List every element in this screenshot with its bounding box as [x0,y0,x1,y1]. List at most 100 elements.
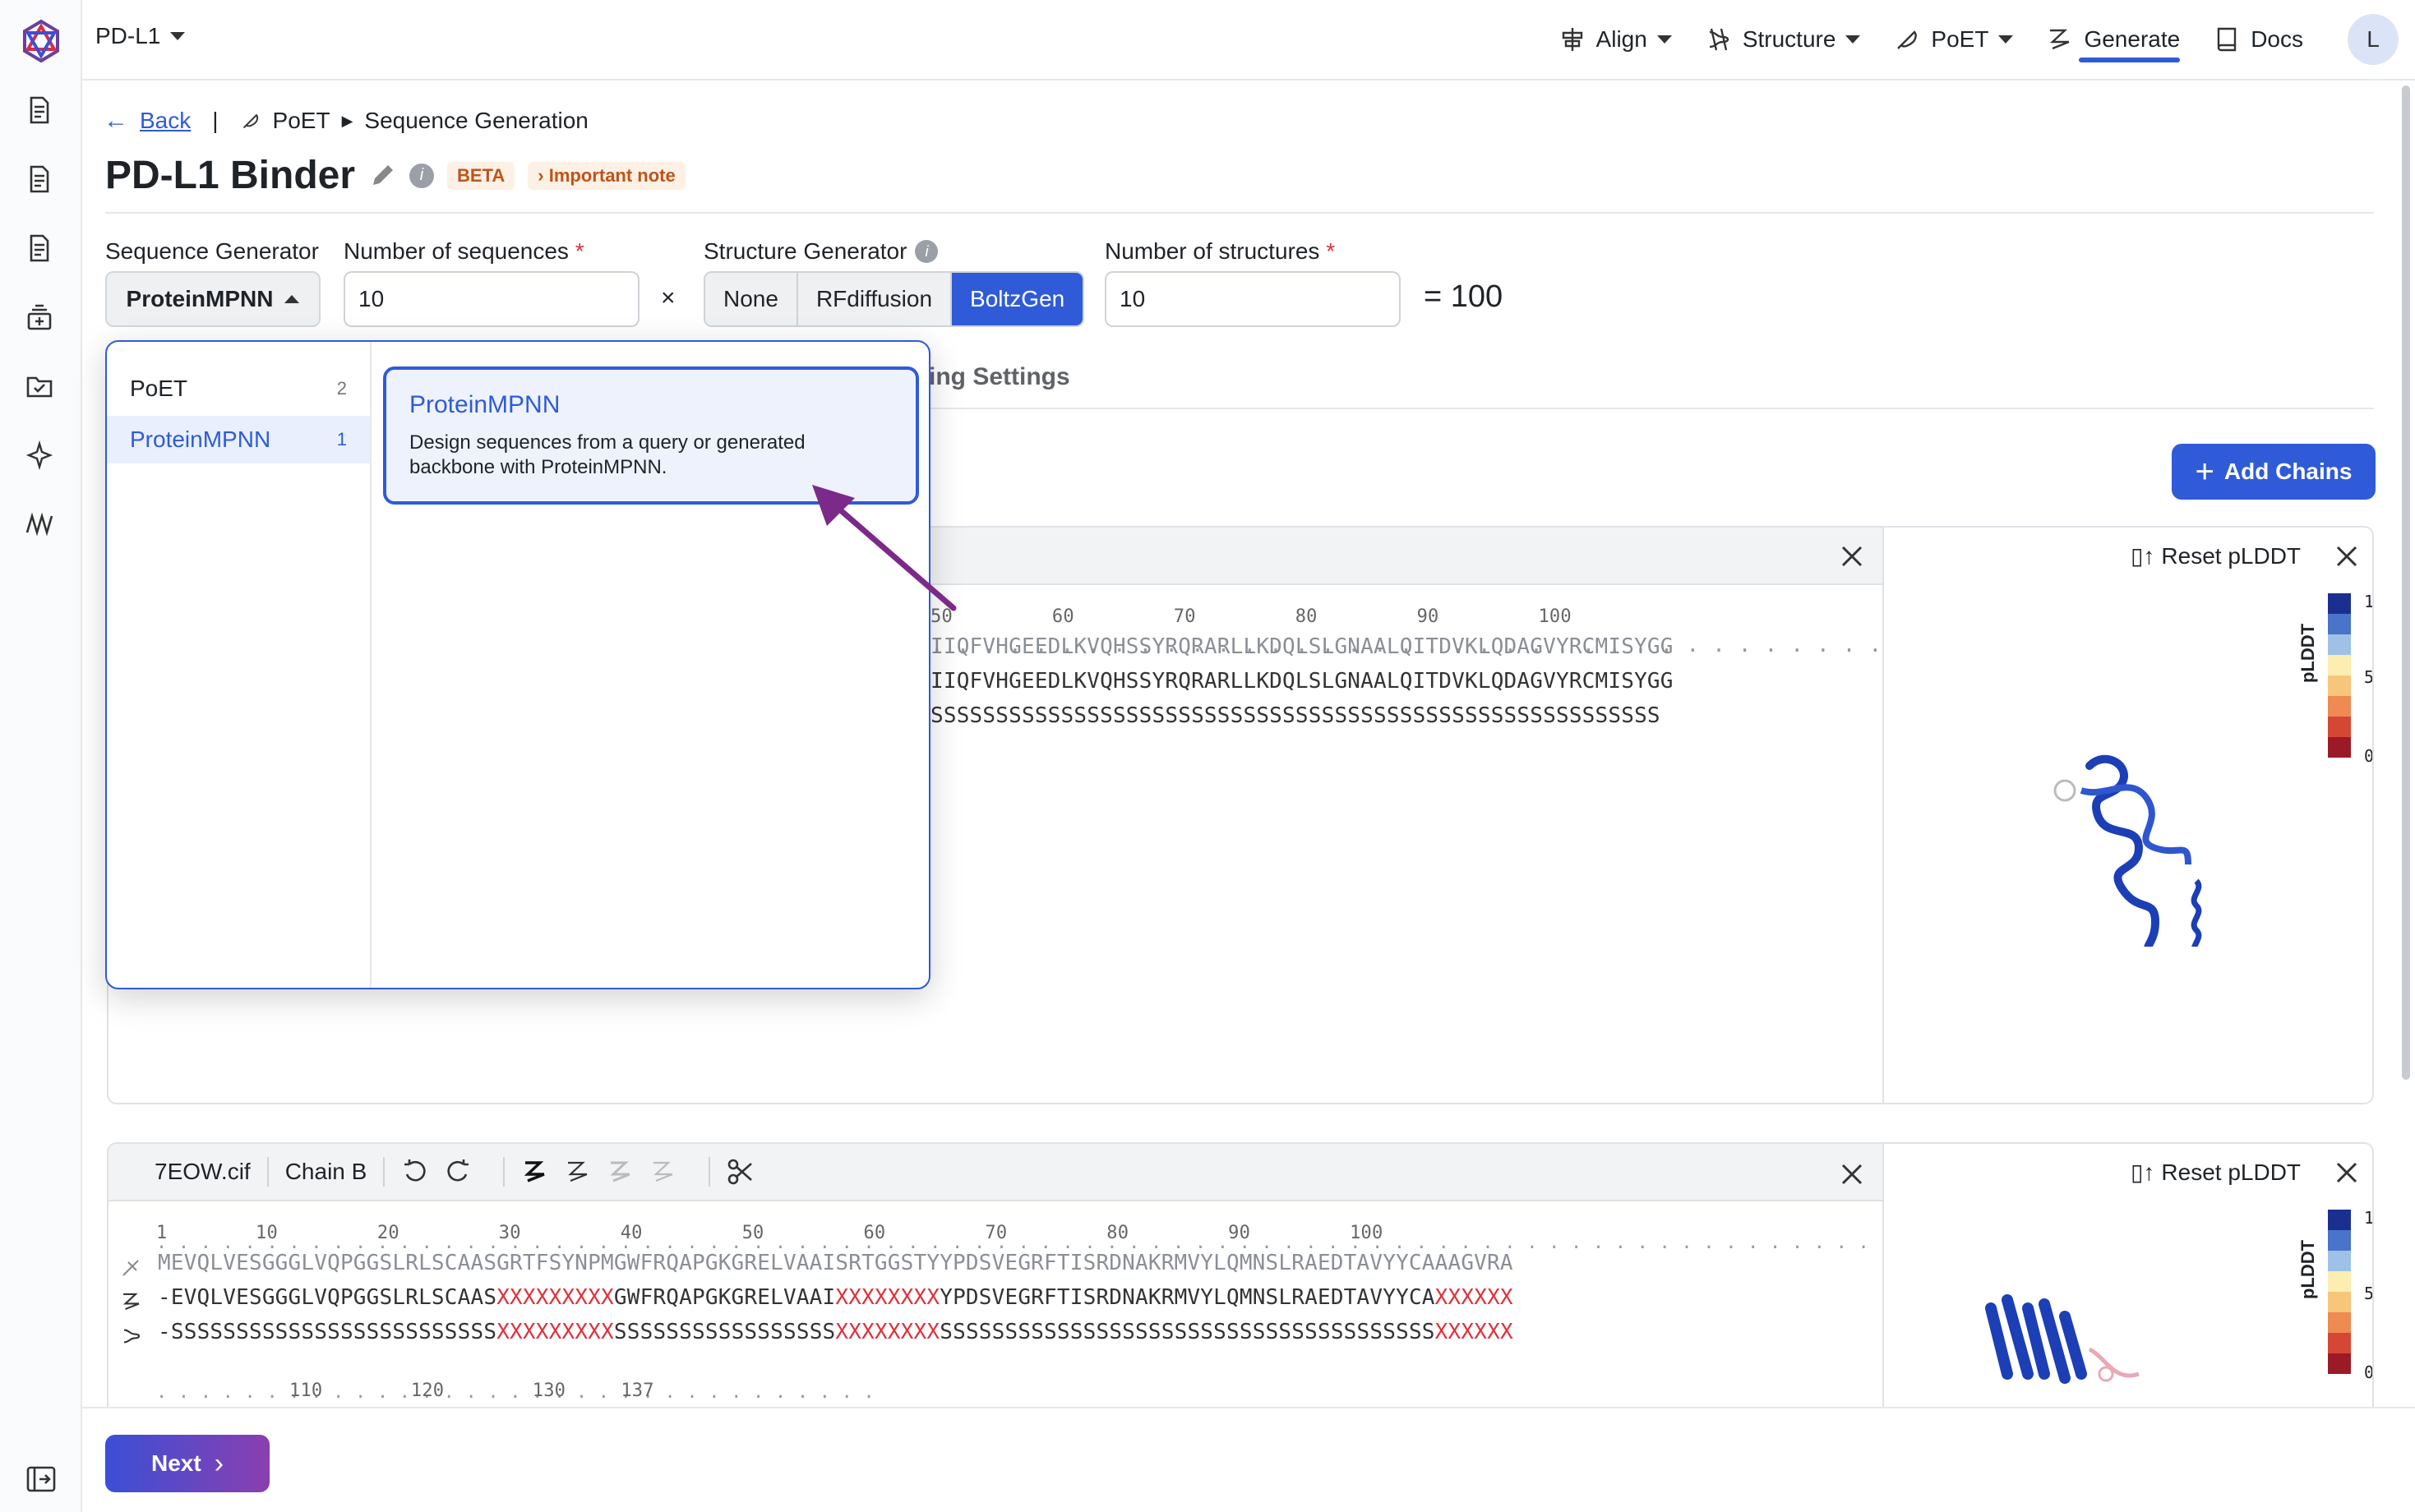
generator-card-proteinmpnn[interactable]: ProteinMPNN Design sequences from a quer… [383,366,919,505]
info-icon[interactable]: i [409,163,435,188]
chevron-right-icon: › [214,1447,224,1479]
close-icon[interactable] [2333,1159,2361,1187]
description-line: backbone with ProteinMPNN. [409,456,667,478]
breadcrumb-section[interactable]: PoET [273,108,330,134]
stack-icon[interactable] [23,301,56,334]
folder-check-icon[interactable] [23,370,56,403]
document-icon[interactable] [23,94,56,127]
nav-docs-label: Docs [2251,26,2303,52]
design-disabled-icon[interactable] [649,1158,677,1186]
option-count: 1 [336,429,347,449]
masked-segment: XXXXXXXXX [496,1320,614,1344]
query-row-icon [122,1260,139,1276]
nav-generate-label: Generate [2084,26,2181,52]
arrow-left-icon[interactable]: ← [104,107,128,135]
main-nav: Align Structure PoET Generate Docs L [1558,0,2399,79]
next-label: Next [150,1450,201,1476]
reset-plddt-button[interactable]: ▯↑ Reset pLDDT [2131,542,2301,569]
plddt-title: pLDDT [2297,623,2319,684]
close-icon[interactable] [2333,542,2361,570]
struct-gen-rfdiffusion[interactable]: RFdiffusion [797,273,953,325]
undo-icon[interactable] [401,1158,429,1186]
avatar[interactable]: L [2348,14,2399,65]
chevron-down-icon [1845,35,1861,44]
chain-name[interactable]: Chain B [285,1159,367,1185]
generator-option-proteinmpnn[interactable]: ProteinMPNN 1 [107,416,370,463]
structure-sequence: SSSSSSSSSSSSSSSSSSSSSSSSSSSSSSSSSSSSSSSS… [930,703,1660,728]
back-link[interactable]: Back [140,108,191,134]
masked-segment: XXXXXXXXX [496,1285,614,1310]
nav-align[interactable]: Align [1558,0,1672,79]
redo-icon[interactable] [444,1158,472,1186]
sequence-ruler: 50 60 70 80 90 100 [930,603,1572,628]
seq-segment: YPDSVEGRFTISRDNAKRMVYLQMNSLRAEDTAVYYCA [940,1285,1435,1310]
design-outline-icon[interactable] [564,1158,592,1186]
seq-segment: GWFRQAPGKGRELVAAI [613,1285,836,1310]
num-sequences-input[interactable]: 10 [344,271,640,327]
file-name[interactable]: 7EOW.cif [155,1159,251,1185]
project-selector[interactable]: PD-L1 [95,23,186,49]
generator-option-poet[interactable]: PoET 2 [107,365,370,413]
close-icon[interactable] [1838,542,1866,570]
legend-max: 100 [2364,1208,2374,1228]
query-sequence: IIQFVHGEEDLKVQHSSYRQRARLLKDQLSLGNAALQITD… [930,634,1674,659]
ruler-numbers: 50 60 70 80 90 100 [930,606,1572,627]
nav-structure[interactable]: Structure [1705,0,1861,79]
protein-structure-render[interactable] [2032,733,2246,947]
phone-rotate-icon: ▯↑ [2131,1159,2155,1185]
document-icon[interactable] [23,232,56,265]
nav-generate[interactable]: Generate [2046,0,2180,79]
beta-badge: BETA [447,161,515,190]
design-filled-icon[interactable] [521,1158,549,1186]
design-disabled-icon[interactable] [607,1158,635,1186]
reset-plddt-button[interactable]: ▯↑ Reset pLDDT [2131,1159,2301,1186]
struct-gen-none[interactable]: None [705,273,798,325]
document-icon[interactable] [23,163,56,196]
seq-segment: SSSSSSSSSSSSSSSSSSSSSSSSSSSSSSSSSSSSSS [940,1320,1435,1344]
reset-plddt-label: Reset pLDDT [2161,1159,2302,1185]
sequence-generator-value: ProteinMPNN [126,286,274,311]
sparkle-icon[interactable] [23,439,56,472]
nav-poet[interactable]: PoET [1893,0,2014,79]
phone-rotate-icon: ▯↑ [2131,543,2155,569]
generate-icon [2050,29,2070,50]
project-name: PD-L1 [95,23,161,48]
chevron-down-icon [1656,35,1672,44]
waveform-icon[interactable] [23,508,56,541]
scrollbar[interactable] [2402,85,2410,1080]
align-icon [1562,28,1582,51]
next-button[interactable]: Next › [105,1435,270,1492]
plddt-title: pLDDT [2297,1239,2319,1300]
plddt-colorbar [2328,1210,2351,1374]
chevron-up-icon [284,295,300,303]
legend-min: 0 [2364,746,2374,766]
scissors-icon[interactable] [727,1158,755,1186]
generator-list: PoET 2 ProteinMPNN 1 [107,342,372,988]
app-logo-icon[interactable] [18,18,64,64]
sequence-ruler-2: 110 120 130 137 [289,1377,654,1402]
tab-divider [929,408,2374,409]
structure-sequence: -SSSSSSSSSSSSSSSSSSSSSSSSSXXXXXXXXX SSSSS… [158,1320,1513,1344]
close-icon[interactable] [1838,1160,1866,1188]
num-seq-label-text: Number of sequences [344,238,569,264]
gap-char: - [158,1320,171,1344]
seq-segment: SSSSSSSSSSSSSSSSSSSSSSSSS [170,1320,497,1344]
reset-plddt-label: Reset pLDDT [2161,542,2302,569]
struct-gen-boltzgen[interactable]: BoltzGen [952,273,1083,325]
pencil-icon[interactable] [368,162,396,190]
structure-viewer[interactable]: ▯↑ Reset pLDDT pLDDT 100 50 0 [1882,528,2372,1103]
info-icon[interactable]: i [915,240,939,263]
important-note-toggle[interactable]: › Important note [528,161,686,190]
nav-docs[interactable]: Docs [2213,0,2303,79]
chevron-right-icon: › [538,164,544,186]
page-title: PD-L1 Binder [105,154,356,197]
option-label: PoET [130,376,188,401]
legend-mid: 50 [2364,667,2374,687]
num-struct-label: Number of structures * [1105,238,1335,265]
sidebar-expand-icon[interactable] [25,1463,58,1496]
add-chains-button[interactable]: + Add Chains [2172,444,2376,500]
tab-settings-partial[interactable]: ing Settings [929,363,1070,391]
sequence-generator-select[interactable]: ProteinMPNN [105,271,321,327]
num-structures-input[interactable]: 10 [1105,271,1401,327]
struct-gen-label: Structure Generator i [704,238,939,265]
